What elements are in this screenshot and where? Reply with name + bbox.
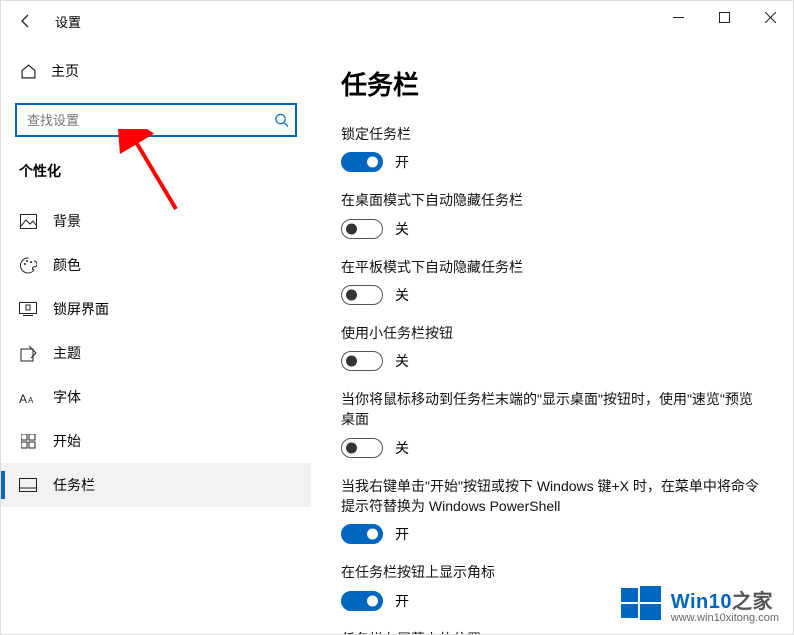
setting-label: 在桌面模式下自动隐藏任务栏 <box>341 190 763 210</box>
start-icon <box>19 434 37 449</box>
sidebar-item-label: 颜色 <box>53 255 81 275</box>
arrow-left-icon <box>18 13 34 29</box>
toggle-state-text: 关 <box>395 285 409 305</box>
sidebar-item-label: 主题 <box>53 343 81 363</box>
watermark-url: www.win10xitong.com <box>671 612 779 624</box>
sidebar: 主页 个性化 背景 颜色 锁屏界面 主题 AA 字体 开始 <box>1 41 311 634</box>
sidebar-item-colors[interactable]: 颜色 <box>1 243 311 287</box>
toggle-state-text: 关 <box>395 438 409 458</box>
sidebar-item-lockscreen[interactable]: 锁屏界面 <box>1 287 311 331</box>
maximize-button[interactable] <box>701 1 747 33</box>
window-controls <box>655 1 793 33</box>
watermark-brand: Win10之家 <box>671 585 779 614</box>
location-label: 任务栏在屏幕上的位置 <box>341 629 763 634</box>
close-icon <box>765 12 776 23</box>
picture-icon <box>19 214 37 229</box>
minimize-button[interactable] <box>655 1 701 33</box>
toggle-state-text: 开 <box>395 591 409 611</box>
close-button[interactable] <box>747 1 793 33</box>
palette-icon <box>19 257 37 274</box>
svg-text:A: A <box>28 396 34 405</box>
svg-text:A: A <box>19 392 27 405</box>
setting-label: 使用小任务栏按钮 <box>341 323 763 343</box>
setting-label: 在任务栏按钮上显示角标 <box>341 562 763 582</box>
windows-logo-icon <box>619 582 663 626</box>
setting-label: 在平板模式下自动隐藏任务栏 <box>341 257 763 277</box>
setting-label: 当你将鼠标移动到任务栏末端的"显示桌面"按钮时，使用"速览"预览桌面 <box>341 389 763 430</box>
sidebar-item-label: 锁屏界面 <box>53 299 109 319</box>
toggle-state-text: 开 <box>395 152 409 172</box>
setting-label: 锁定任务栏 <box>341 124 763 144</box>
sidebar-section-title: 个性化 <box>1 155 311 199</box>
sidebar-item-fonts[interactable]: AA 字体 <box>1 375 311 419</box>
sidebar-item-themes[interactable]: 主题 <box>1 331 311 375</box>
minimize-icon <box>673 12 684 23</box>
taskbar-icon <box>19 478 37 492</box>
theme-icon <box>19 345 37 362</box>
maximize-icon <box>719 12 730 23</box>
toggle-switch[interactable] <box>341 591 383 611</box>
setting-label: 当我右键单击"开始"按钮或按下 Windows 键+X 时，在菜单中将命令提示符… <box>341 476 763 517</box>
toggle-switch[interactable] <box>341 351 383 371</box>
sidebar-home-label: 主页 <box>51 61 79 81</box>
sidebar-home[interactable]: 主页 <box>1 51 311 91</box>
sidebar-item-background[interactable]: 背景 <box>1 199 311 243</box>
watermark: Win10之家 www.win10xitong.com <box>619 582 779 626</box>
content-pane: 任务栏 锁定任务栏 开 在桌面模式下自动隐藏任务栏 关 在平板模式下自动隐藏任务… <box>311 41 793 634</box>
search-input[interactable] <box>15 103 297 137</box>
sidebar-item-label: 开始 <box>53 431 81 451</box>
toggle-switch[interactable] <box>341 219 383 239</box>
toggle-switch[interactable] <box>341 152 383 172</box>
toggle-state-text: 关 <box>395 219 409 239</box>
search-icon <box>274 113 289 128</box>
sidebar-item-start[interactable]: 开始 <box>1 419 311 463</box>
toggle-switch[interactable] <box>341 438 383 458</box>
page-title: 任务栏 <box>341 65 763 102</box>
toggle-state-text: 关 <box>395 351 409 371</box>
sidebar-item-label: 任务栏 <box>53 475 95 495</box>
toggle-switch[interactable] <box>341 524 383 544</box>
app-title: 设置 <box>55 12 81 31</box>
sidebar-item-label: 背景 <box>53 211 81 231</box>
back-button[interactable] <box>11 6 41 36</box>
sidebar-item-taskbar[interactable]: 任务栏 <box>1 463 311 507</box>
home-icon <box>19 63 37 80</box>
toggle-state-text: 开 <box>395 524 409 544</box>
font-icon: AA <box>19 390 37 405</box>
sidebar-item-label: 字体 <box>53 387 81 407</box>
lockscreen-icon <box>19 302 37 316</box>
search-wrap <box>15 103 297 137</box>
toggle-switch[interactable] <box>341 285 383 305</box>
